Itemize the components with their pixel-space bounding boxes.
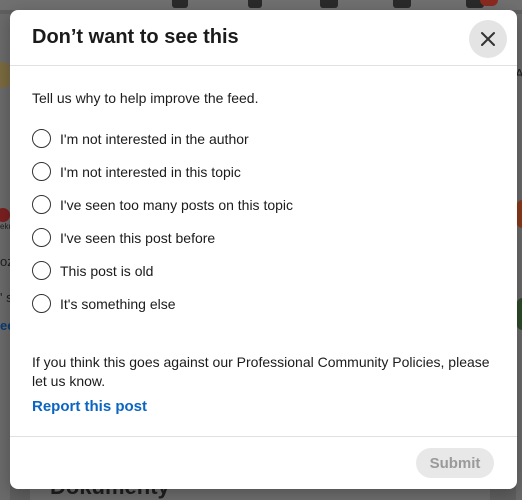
- reason-label: This post is old: [60, 262, 154, 279]
- radio-button[interactable]: [32, 228, 51, 247]
- radio-button[interactable]: [32, 162, 51, 181]
- radio-button[interactable]: [32, 261, 51, 280]
- reason-option-post-old[interactable]: This post is old: [32, 254, 492, 287]
- close-button[interactable]: [469, 20, 507, 58]
- home-icon: [172, 0, 188, 8]
- reason-label: It's something else: [60, 295, 176, 312]
- reason-label: I've seen too many posts on this topic: [60, 196, 294, 213]
- reason-option-seen-before[interactable]: I've seen this post before: [32, 221, 492, 254]
- reason-option-author[interactable]: I'm not interested in the author: [32, 122, 492, 155]
- network-icon: [248, 0, 262, 8]
- close-icon: [481, 32, 495, 46]
- messaging-icon: [393, 0, 411, 8]
- dialog-prompt: Tell us why to help improve the feed.: [32, 90, 259, 106]
- reason-option-something-else[interactable]: It's something else: [32, 287, 492, 320]
- radio-button[interactable]: [32, 129, 51, 148]
- report-post-link[interactable]: Report this post: [32, 398, 147, 415]
- reason-options: I'm not interested in the author I'm not…: [32, 122, 492, 320]
- submit-button[interactable]: Submit: [416, 448, 494, 478]
- dialog-header: Don’t want to see this: [10, 10, 517, 66]
- jobs-icon: [320, 0, 338, 8]
- reason-label: I'm not interested in the author: [60, 130, 249, 147]
- reason-option-topic[interactable]: I'm not interested in this topic: [32, 155, 492, 188]
- reason-label: I've seen this post before: [60, 229, 216, 246]
- radio-button[interactable]: [32, 195, 51, 214]
- policy-notice: If you think this goes against our Profe…: [32, 354, 490, 389]
- radio-button[interactable]: [32, 294, 51, 313]
- dialog-footer: Submit: [10, 436, 517, 489]
- reason-label: I'm not interested in this topic: [60, 163, 241, 180]
- reason-option-too-many-posts[interactable]: I've seen too many posts on this topic: [32, 188, 492, 221]
- dont-want-to-see-dialog: Don’t want to see this Tell us why to he…: [10, 10, 517, 489]
- dialog-title: Don’t want to see this: [32, 26, 239, 48]
